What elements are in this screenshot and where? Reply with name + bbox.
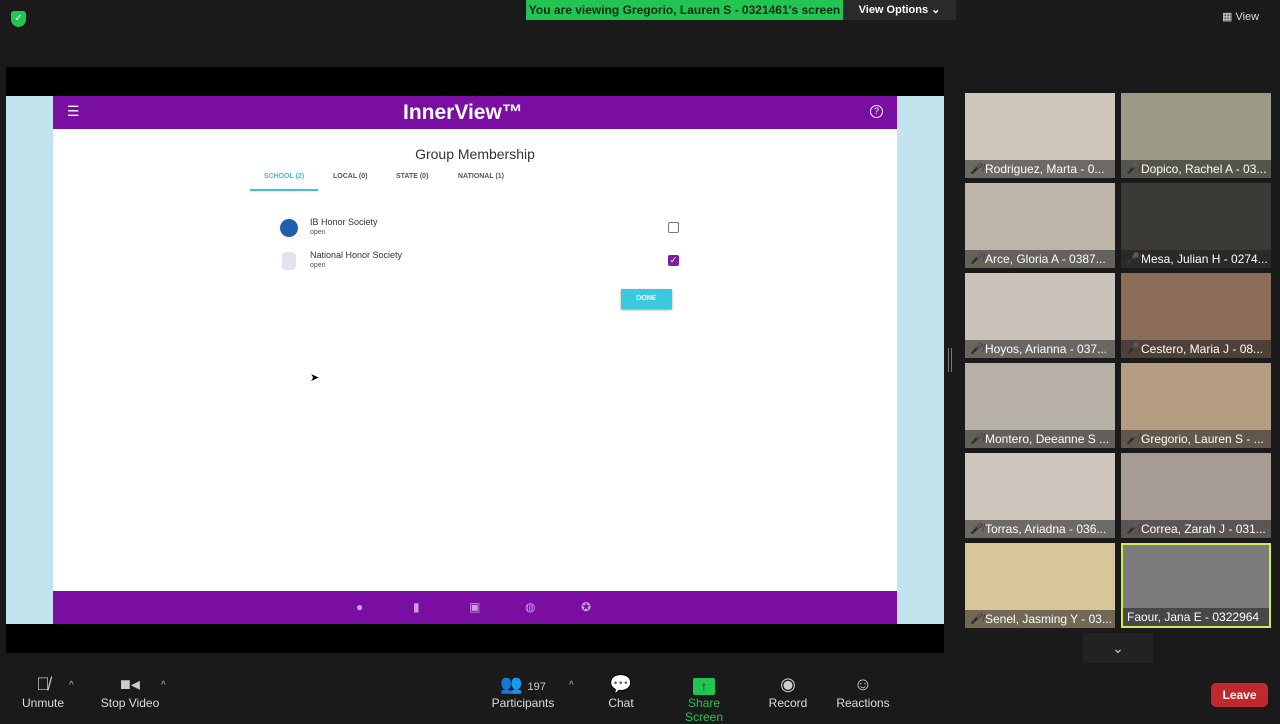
help-icon[interactable]: ?: [870, 105, 883, 118]
mouse-cursor-icon: ➤: [310, 372, 320, 384]
participant-video-tile[interactable]: 🎤̸Montero, Deeanne S ...: [965, 363, 1115, 448]
participant-name: Cestero, Maria J - 08...: [1121, 340, 1271, 358]
participant-video-tile[interactable]: 🎤̸Dopico, Rachel A - 03...: [1121, 93, 1271, 178]
participant-video-tile[interactable]: 🎤̸Senel, Jasming Y - 03...: [965, 543, 1115, 628]
video-options-caret[interactable]: ^: [161, 680, 166, 691]
hamburger-menu-icon[interactable]: ☰: [67, 103, 80, 120]
participant-name: Torras, Ariadna - 036...: [965, 520, 1115, 538]
star-badge-icon[interactable]: ✪: [581, 600, 591, 614]
viewing-banner: You are viewing Gregorio, Lauren S - 032…: [526, 0, 843, 20]
chat-label: Chat: [608, 696, 634, 710]
done-button[interactable]: DONE: [621, 289, 672, 309]
leave-button[interactable]: Leave: [1211, 683, 1268, 707]
audio-options-caret[interactable]: ^: [69, 680, 74, 691]
record-icon: ◉: [780, 674, 796, 694]
muted-mic-icon: 🎙̸: [36, 674, 50, 694]
bar-chart-icon[interactable]: ▮: [413, 600, 420, 614]
calendar-icon[interactable]: ▣: [469, 600, 480, 614]
participant-video-tile[interactable]: 🎤̸Gregorio, Lauren S - ...: [1121, 363, 1271, 448]
app-footer-nav: ● ▮ ▣ ◍ ✪: [53, 591, 897, 624]
participant-name: Faour, Jana E - 0322964: [1123, 608, 1269, 626]
resize-handle[interactable]: [948, 348, 952, 372]
share-screen-button[interactable]: ↑ Share Screen: [668, 672, 740, 724]
record-button[interactable]: ◉ Record: [766, 672, 810, 710]
participant-name: Senel, Jasming Y - 03...: [965, 610, 1115, 628]
participant-name: Mesa, Julian H - 0274...: [1121, 250, 1271, 268]
unmute-label: Unmute: [21, 696, 65, 710]
reactions-icon: ☺: [853, 674, 873, 694]
ib-logo-icon: [280, 219, 298, 237]
tab-national[interactable]: NATIONAL (1): [458, 173, 504, 191]
fingerprint-icon[interactable]: ●: [356, 600, 363, 614]
participants-icon: 👥: [500, 674, 523, 694]
view-button[interactable]: ▦ View: [1222, 10, 1259, 23]
group-checkbox[interactable]: [668, 222, 679, 233]
globe-icon[interactable]: ◍: [525, 600, 535, 614]
participant-name: Correa, Zarah J - 031...: [1121, 520, 1271, 538]
group-status: open: [310, 262, 326, 269]
participants-options-caret[interactable]: ^: [569, 680, 574, 691]
unmute-button[interactable]: 🎙̸ Unmute: [18, 672, 68, 710]
participants-label: Participants: [491, 696, 555, 710]
participants-button[interactable]: 👥 197 Participants: [490, 672, 556, 710]
tab-local[interactable]: LOCAL (0): [333, 173, 367, 191]
list-item: IB Honor Society open: [280, 217, 679, 247]
participant-video-tile[interactable]: Faour, Jana E - 0322964: [1121, 543, 1271, 628]
participant-video-tile[interactable]: 🎤̸Correa, Zarah J - 031...: [1121, 453, 1271, 538]
video-camera-icon: ■◂: [120, 674, 140, 694]
list-item: National Honor Society open ✓: [280, 250, 679, 280]
participant-name: Dopico, Rachel A - 03...: [1121, 160, 1271, 178]
record-label: Record: [768, 696, 808, 710]
participant-name: Hoyos, Arianna - 037...: [965, 340, 1115, 358]
participant-name: Gregorio, Lauren S - ...: [1121, 430, 1271, 448]
participant-video-tile[interactable]: 🎤̸Arce, Gloria A - 0387...: [965, 183, 1115, 268]
nhs-torch-icon: [282, 252, 296, 270]
innerview-logo: InnerView™: [403, 101, 523, 124]
scroll-down-button[interactable]: ⌄: [1083, 633, 1153, 663]
group-name: IB Honor Society: [310, 217, 378, 227]
page-title: Group Membership: [415, 146, 535, 162]
group-status: open: [310, 229, 326, 236]
innerview-app: ☰ InnerView™ ? Group Membership SCHOOL (…: [53, 96, 897, 624]
tab-school[interactable]: SCHOOL (2): [250, 173, 318, 191]
share-screen-icon: ↑: [693, 678, 715, 695]
reactions-button[interactable]: ☺ Reactions: [836, 672, 890, 710]
grid-icon: ▦: [1222, 11, 1236, 23]
participant-name: Montero, Deeanne S ...: [965, 430, 1115, 448]
participant-video-tile[interactable]: 🎤̸Torras, Ariadna - 036...: [965, 453, 1115, 538]
participant-name: Arce, Gloria A - 0387...: [965, 250, 1115, 268]
participant-count: 197: [527, 681, 546, 693]
participant-video-tile[interactable]: 🎤̸Rodriguez, Marta - 0...: [965, 93, 1115, 178]
participant-video-tile[interactable]: 🎤̸Cestero, Maria J - 08...: [1121, 273, 1271, 358]
tab-state[interactable]: STATE (0): [396, 173, 428, 191]
view-label: View: [1235, 11, 1260, 23]
security-shield-icon[interactable]: ✓: [11, 11, 26, 27]
stop-video-label: Stop Video: [100, 696, 160, 710]
participant-video-tile[interactable]: 🎤̸Mesa, Julian H - 0274...: [1121, 183, 1271, 268]
reactions-label: Reactions: [836, 696, 890, 710]
chat-button[interactable]: 💬 Chat: [603, 672, 639, 710]
participant-video-tile[interactable]: 🎤̸Hoyos, Arianna - 037...: [965, 273, 1115, 358]
participant-name: Rodriguez, Marta - 0...: [965, 160, 1115, 178]
view-options-button[interactable]: View Options ⌄: [843, 0, 956, 20]
stop-video-button[interactable]: ■◂ Stop Video: [98, 672, 162, 710]
group-name: National Honor Society: [310, 250, 403, 260]
app-header: ☰ InnerView™ ?: [53, 96, 897, 129]
chat-icon: 💬: [609, 674, 633, 694]
group-checkbox[interactable]: ✓: [668, 255, 679, 266]
